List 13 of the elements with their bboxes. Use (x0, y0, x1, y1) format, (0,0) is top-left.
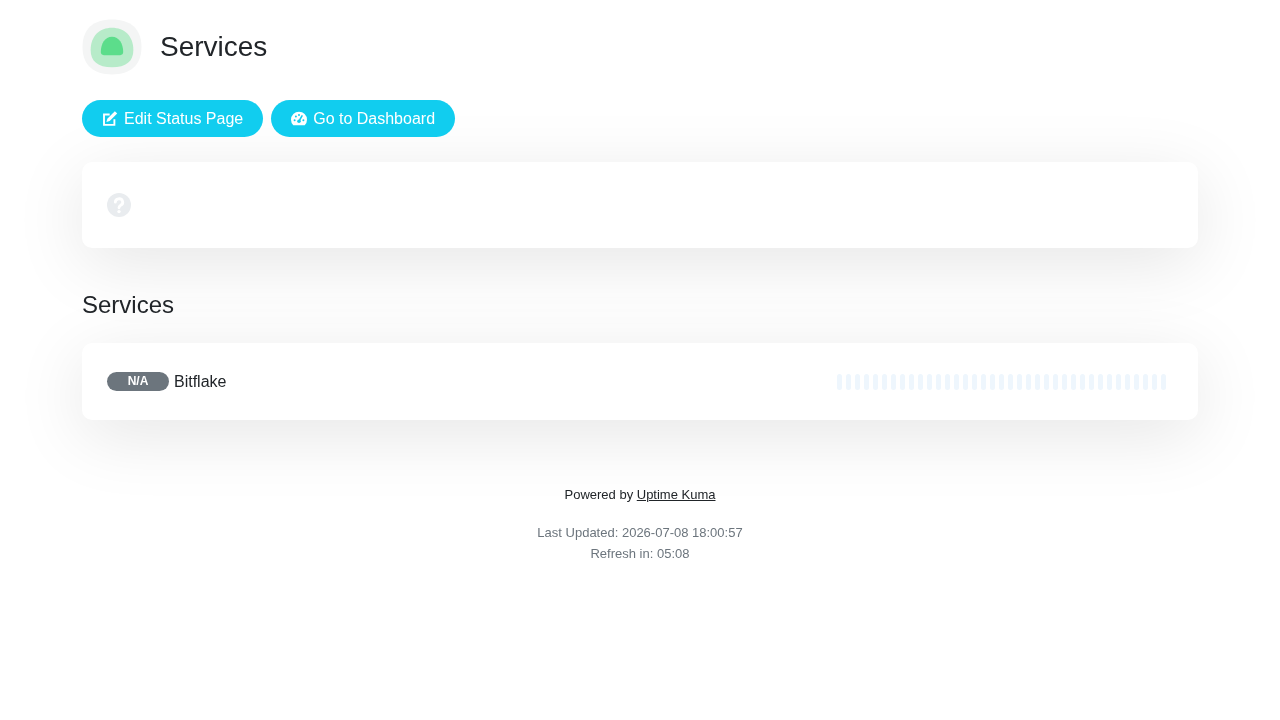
edit-icon (102, 111, 118, 126)
status-badge: N/A (107, 372, 169, 391)
dashboard-button[interactable]: Go to Dashboard (271, 100, 456, 137)
uptime-kuma-link[interactable]: Uptime Kuma (636, 487, 716, 502)
powered-by-text: Powered by Uptime Kuma (564, 486, 716, 504)
edit-status-page-button[interactable]: Edit Status Page (82, 100, 264, 137)
logo-icon (82, 19, 142, 75)
gauge-icon (291, 111, 308, 126)
last-updated-text: Last Updated: 2026-07-08 18:00:57 (537, 524, 743, 542)
page-title: Services (160, 30, 268, 64)
section-heading: Services (82, 290, 175, 319)
monitor-name: Bitflake (174, 371, 227, 392)
refresh-countdown-text: Refresh in: 05:08 (590, 545, 690, 563)
